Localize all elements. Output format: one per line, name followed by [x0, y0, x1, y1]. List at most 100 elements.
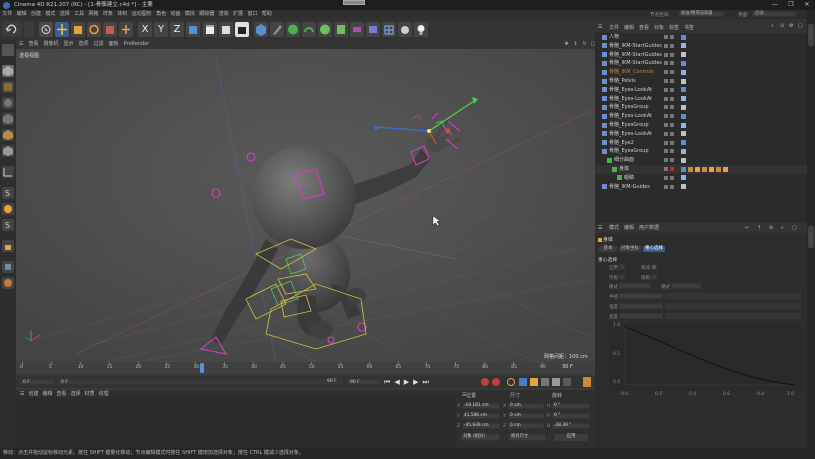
menu-select[interactable]: 选择	[58, 11, 72, 17]
menu-mograph[interactable]: 运动图形	[130, 11, 154, 17]
attr-menu-icon[interactable]: ☰	[598, 223, 602, 233]
menu-window[interactable]: 窗口	[245, 11, 259, 17]
mat-menu-icon[interactable]: ☰	[16, 391, 26, 397]
visibility-toggle[interactable]	[664, 52, 668, 57]
vp-menu-panel[interactable]: 面板	[106, 41, 121, 47]
object-tag-icon[interactable]	[681, 148, 686, 154]
attr-limit-checkbox[interactable]	[651, 274, 657, 280]
mat-menu-select[interactable]: 选择	[69, 391, 83, 397]
menu-edit[interactable]: 编辑	[14, 11, 28, 17]
points-mode-button[interactable]	[2, 113, 14, 125]
weight-tag-icon[interactable]	[695, 166, 700, 172]
object-tag-icon[interactable]	[681, 69, 686, 75]
object-tag-icon[interactable]	[681, 60, 686, 66]
camera-button[interactable]	[366, 22, 380, 37]
size-x-field[interactable]: 0 cm	[508, 403, 544, 409]
menu-help[interactable]: 帮助	[260, 11, 274, 17]
object-tag-icon[interactable]	[681, 175, 686, 181]
object-tag-icon[interactable]	[681, 113, 686, 119]
object-tag-icon[interactable]	[681, 78, 686, 84]
visibility-toggle[interactable]	[664, 79, 668, 83]
grid-button[interactable]	[382, 22, 396, 37]
close-button[interactable]: ✕	[799, 0, 815, 10]
object-row[interactable]: 骨骼_Eyes-LookAt	[595, 95, 807, 104]
visibility-toggle[interactable]	[664, 43, 668, 48]
attr-enable-checkbox[interactable]	[619, 264, 625, 270]
enable-toggle[interactable]	[670, 43, 674, 48]
visibility-toggle[interactable]	[664, 61, 668, 66]
object-row[interactable]: 骨骼_Eye2	[595, 139, 807, 148]
sculpt-button[interactable]	[2, 277, 14, 289]
enable-axis-button[interactable]	[2, 166, 14, 178]
enable-toggle[interactable]	[670, 79, 674, 83]
minimize-button[interactable]: —	[767, 0, 783, 10]
weight-tag-icon[interactable]	[688, 166, 693, 172]
visibility-toggle[interactable]	[664, 123, 668, 127]
object-row[interactable]: 骨骼_IKM_Controls	[595, 68, 807, 77]
vp-menu-cameras[interactable]: 摄像机	[41, 41, 61, 47]
om-tab-view[interactable]: 查看	[639, 24, 649, 31]
key-rotation-button[interactable]	[541, 378, 549, 386]
menu-character[interactable]: 角色	[154, 11, 168, 17]
visibility-toggle[interactable]	[664, 167, 668, 171]
menu-animate[interactable]: 动画	[168, 11, 182, 17]
visibility-toggle[interactable]	[664, 158, 668, 163]
vp-menu-display[interactable]: 显示	[61, 41, 76, 47]
object-tag-icon[interactable]	[681, 34, 686, 40]
deformer-button[interactable]	[334, 22, 348, 37]
object-tag-icon[interactable]	[681, 96, 686, 102]
object-row[interactable]: 人物	[595, 33, 807, 42]
transport-buttons[interactable]: ⏮◀▶▶⏭	[384, 378, 433, 387]
render-settings-button[interactable]	[235, 22, 249, 37]
enable-toggle[interactable]	[670, 123, 674, 127]
attr-mode-select[interactable]	[619, 283, 651, 289]
move-tool-button[interactable]	[55, 22, 69, 37]
object-tag-icon[interactable]	[681, 87, 686, 93]
cube-primitive-button[interactable]	[254, 22, 268, 37]
om-expand-icon[interactable]: ▢	[798, 23, 803, 29]
play-icon[interactable]: ▶	[404, 378, 413, 386]
quantize-button[interactable]: S	[2, 219, 14, 231]
go-to-end-icon[interactable]: ⏭	[422, 378, 432, 386]
snap-settings-button[interactable]	[2, 203, 14, 215]
attr-subtab-coords[interactable]: 对象坐标	[619, 246, 641, 252]
rot-p-field[interactable]: 0 °	[552, 413, 590, 419]
axis-x-lock-button[interactable]: X	[138, 22, 152, 37]
object-tag-icon[interactable]	[681, 157, 686, 163]
lock-workplane-button[interactable]	[2, 240, 14, 252]
render-picture-viewer-button[interactable]	[219, 22, 233, 37]
rot-h-field[interactable]: 0 °	[552, 403, 590, 409]
visibility-toggle[interactable]	[664, 70, 668, 75]
attr-tab-edit[interactable]: 编辑	[624, 223, 634, 233]
object-row[interactable]: 身体	[595, 165, 807, 174]
transform-button[interactable]	[119, 22, 133, 37]
coords-size-mode-select[interactable]: 绝对尺寸	[508, 434, 546, 441]
pos-x-field[interactable]: -19.181 cm	[462, 403, 500, 409]
enable-toggle[interactable]	[670, 114, 674, 119]
mat-menu-material[interactable]: 材质	[83, 391, 97, 397]
object-row[interactable]: 骨骼_IKM-StartGuides	[595, 59, 807, 68]
enable-toggle[interactable]	[670, 105, 674, 110]
attr-subtab-falloff[interactable]: 重心选择	[643, 246, 665, 252]
model-mode-button[interactable]	[2, 65, 14, 77]
menu-tools[interactable]: 工具	[72, 11, 86, 17]
om-filter-icon[interactable]: ⊙	[780, 23, 784, 29]
object-row[interactable]: 骨骼_Eyes-LookAt	[595, 112, 807, 121]
enable-toggle[interactable]	[670, 184, 674, 189]
pos-y-field[interactable]: 41.506 cm	[462, 413, 500, 419]
attr-mode2-select[interactable]	[671, 283, 701, 289]
om-tab-object[interactable]: 对象	[654, 24, 664, 31]
rot-b-field[interactable]: -28.39 °	[552, 423, 590, 429]
key-pla-button[interactable]	[563, 378, 571, 386]
enable-toggle[interactable]	[670, 149, 674, 154]
subdivision-surface-button[interactable]	[286, 22, 300, 37]
snap-button[interactable]: S	[2, 187, 14, 199]
enable-toggle[interactable]	[670, 35, 674, 39]
mat-menu-view[interactable]: 查看	[55, 391, 69, 397]
om-menu-icon[interactable]: ☰	[598, 24, 602, 30]
mat-menu-texture[interactable]: 纹理	[97, 391, 111, 397]
om-settings-icon[interactable]: ⚙	[789, 23, 793, 29]
scale-tool-button[interactable]	[71, 22, 85, 37]
object-tag-icon[interactable]	[681, 104, 686, 110]
object-tag-icon[interactable]	[681, 131, 686, 137]
